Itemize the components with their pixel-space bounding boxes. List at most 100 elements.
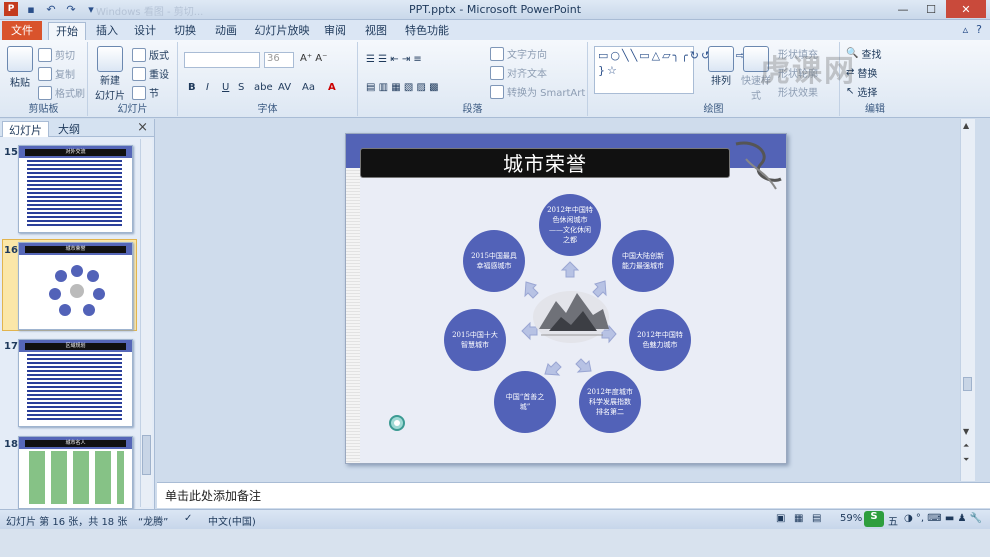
- copy-button[interactable]: 复制: [38, 66, 75, 81]
- new-slide-button[interactable]: 新建 幻灯片: [92, 46, 128, 102]
- view-sorter-icon[interactable]: ▦: [794, 513, 803, 524]
- spellcheck-icon[interactable]: ✓: [184, 513, 192, 524]
- tab-slides[interactable]: 幻灯片: [2, 121, 49, 137]
- arrange-button[interactable]: 排列: [706, 46, 736, 87]
- underline-button[interactable]: U: [222, 82, 229, 93]
- tab-home[interactable]: 开始: [48, 22, 86, 40]
- ribbon-controls: ▵ ?: [963, 23, 982, 36]
- reset-icon: [132, 66, 146, 81]
- scroll-thumb[interactable]: [142, 435, 151, 475]
- slide-editor: 城市荣誉 2012年中国特色休闲城市——文化休闲之都 中国大陆创新能力最强城市 …: [157, 119, 975, 481]
- notes-placeholder: 单击此处添加备注: [165, 489, 262, 503]
- grow-font-button[interactable]: A⁺ A⁻: [300, 53, 327, 64]
- close-panel-icon[interactable]: ×: [137, 120, 148, 135]
- tab-review[interactable]: 审阅: [320, 22, 350, 40]
- minimize-button[interactable]: —: [890, 0, 916, 18]
- collapse-ribbon-icon[interactable]: ▵: [963, 23, 969, 36]
- group-label: 幻灯片: [117, 104, 148, 115]
- case-button[interactable]: Aa: [302, 82, 315, 93]
- cut-button[interactable]: 剪切: [38, 47, 75, 62]
- previous-slide-icon[interactable]: ⏶: [963, 441, 969, 451]
- honor-circle[interactable]: 中国“首善之城”: [494, 371, 556, 433]
- slide-thumbnail-18[interactable]: 城市名人: [18, 436, 133, 509]
- close-button[interactable]: ✕: [946, 0, 986, 18]
- tab-transitions[interactable]: 切换: [170, 22, 200, 40]
- bullets-button[interactable]: ☰ ☰ ⇤ ⇥ ≡: [366, 54, 422, 65]
- honor-circle[interactable]: 中国大陆创新能力最强城市: [612, 230, 674, 292]
- text-direction-button[interactable]: 文字方向: [490, 46, 547, 61]
- tab-file[interactable]: 文件: [2, 21, 42, 40]
- font-color-button[interactable]: A: [328, 82, 336, 93]
- ime-mode[interactable]: 五: [888, 513, 898, 528]
- zoom-level[interactable]: 59%: [840, 513, 862, 524]
- find-label: 查找: [861, 50, 882, 61]
- scroll-thumb[interactable]: [963, 377, 972, 391]
- thumb-text: [29, 451, 124, 504]
- view-reading-icon[interactable]: ▤: [812, 513, 821, 524]
- slide-thumbnail-15[interactable]: 对外交流: [18, 145, 133, 233]
- section-icon: [132, 85, 146, 100]
- honor-circle[interactable]: 2015中国最具幸福感城市: [463, 230, 525, 292]
- honor-circle[interactable]: 2012年中国特色魅力城市: [629, 309, 691, 371]
- font-size-select[interactable]: 36: [264, 52, 294, 68]
- slide-thumbnail-17[interactable]: 区域规划: [18, 339, 133, 427]
- animation-marker-icon[interactable]: [388, 414, 406, 432]
- strike-button[interactable]: S: [238, 82, 244, 93]
- shapes-gallery[interactable]: ▭○╲╲▭△▱╮╭↻↺⤴▷⇨△{ }☆: [594, 46, 764, 94]
- smartart-button[interactable]: 转换为 SmartArt: [490, 84, 585, 99]
- copy-icon: [38, 66, 52, 81]
- thumb-number: 16: [4, 245, 18, 256]
- honor-circle[interactable]: 2012年中国特色休闲城市——文化休闲之都: [539, 194, 601, 256]
- slide-title[interactable]: 城市荣誉: [360, 148, 730, 178]
- ime-toolbar-icons[interactable]: ◑ °, ⌨ ▬ ♟ 🔧: [904, 513, 982, 524]
- help-icon[interactable]: ?: [976, 23, 982, 36]
- group-label: 字体: [257, 104, 278, 115]
- reset-label: 重设: [149, 70, 169, 81]
- scroll-down-icon[interactable]: ▼: [963, 427, 969, 436]
- tab-view[interactable]: 视图: [361, 22, 391, 40]
- next-slide-icon[interactable]: ⏷: [963, 455, 969, 465]
- tab-slideshow[interactable]: 幻灯片放映: [252, 22, 312, 40]
- ribbon-tabs: 文件 开始 插入 设计 切换 动画 幻灯片放映 审阅 视图 特色功能 ▵ ?: [0, 20, 990, 40]
- group-label: 编辑: [865, 104, 885, 115]
- slide-canvas[interactable]: 城市荣誉 2012年中国特色休闲城市——文化休闲之都 中国大陆创新能力最强城市 …: [345, 133, 787, 464]
- notes-pane[interactable]: 单击此处添加备注: [157, 482, 990, 508]
- group-slides: 新建 幻灯片 版式 重设 节 幻灯片: [88, 42, 178, 116]
- tab-design[interactable]: 设计: [130, 22, 160, 40]
- maximize-button[interactable]: ☐: [918, 0, 944, 18]
- shadow-button[interactable]: abe: [254, 82, 273, 93]
- tab-animations[interactable]: 动画: [211, 22, 241, 40]
- bold-button[interactable]: B: [188, 82, 196, 93]
- smartart-icon: [490, 84, 504, 99]
- thumb-number: 15: [4, 147, 18, 158]
- format-painter-button[interactable]: 格式刷: [38, 85, 85, 100]
- view-normal-icon[interactable]: ▣: [776, 513, 785, 524]
- slides-panel: 幻灯片 大纲 × 15 对外交流 16 城市荣誉 17 区域规划 18 城市名人: [0, 119, 155, 509]
- ink-landscape-image[interactable]: [521, 279, 621, 349]
- tab-features[interactable]: 特色功能: [402, 22, 452, 40]
- italic-button[interactable]: I: [206, 82, 209, 93]
- scroll-up-icon[interactable]: ▲: [963, 121, 969, 130]
- section-button[interactable]: 节: [132, 85, 159, 100]
- paste-button[interactable]: 粘贴: [6, 46, 34, 89]
- title-bar: P ▪ ↶ ↷ ▾ Windows 看图 - 剪切... PPT.pptx - …: [0, 0, 990, 20]
- layout-button[interactable]: 版式: [132, 47, 169, 62]
- align-buttons[interactable]: ▤ ▥ ▦ ▧ ▨ ▩: [366, 82, 439, 93]
- tab-outline[interactable]: 大纲: [58, 121, 80, 137]
- tab-insert[interactable]: 插入: [92, 22, 122, 40]
- input-method-logo-icon[interactable]: S: [864, 511, 884, 527]
- spacing-button[interactable]: AV: [278, 82, 291, 93]
- panel-scrollbar[interactable]: [140, 139, 152, 507]
- honor-circle[interactable]: 2012年度城市科学发展指数排名第二: [579, 371, 641, 433]
- reset-button[interactable]: 重设: [132, 66, 169, 81]
- language[interactable]: 中文(中国): [208, 513, 256, 528]
- editor-scrollbar[interactable]: ▲ ▼ ⏶ ⏷: [960, 119, 975, 481]
- align-text-button[interactable]: 对齐文本: [490, 65, 547, 80]
- slide-thumbnail-16[interactable]: 城市荣誉: [18, 242, 133, 330]
- layout-label: 版式: [149, 51, 169, 62]
- paste-label: 粘贴: [10, 78, 30, 89]
- honor-circle[interactable]: 2015中国十大智慧城市: [444, 309, 506, 371]
- font-name-select[interactable]: [184, 52, 260, 68]
- group-label: 段落: [462, 104, 483, 115]
- thumb-text: [27, 160, 122, 226]
